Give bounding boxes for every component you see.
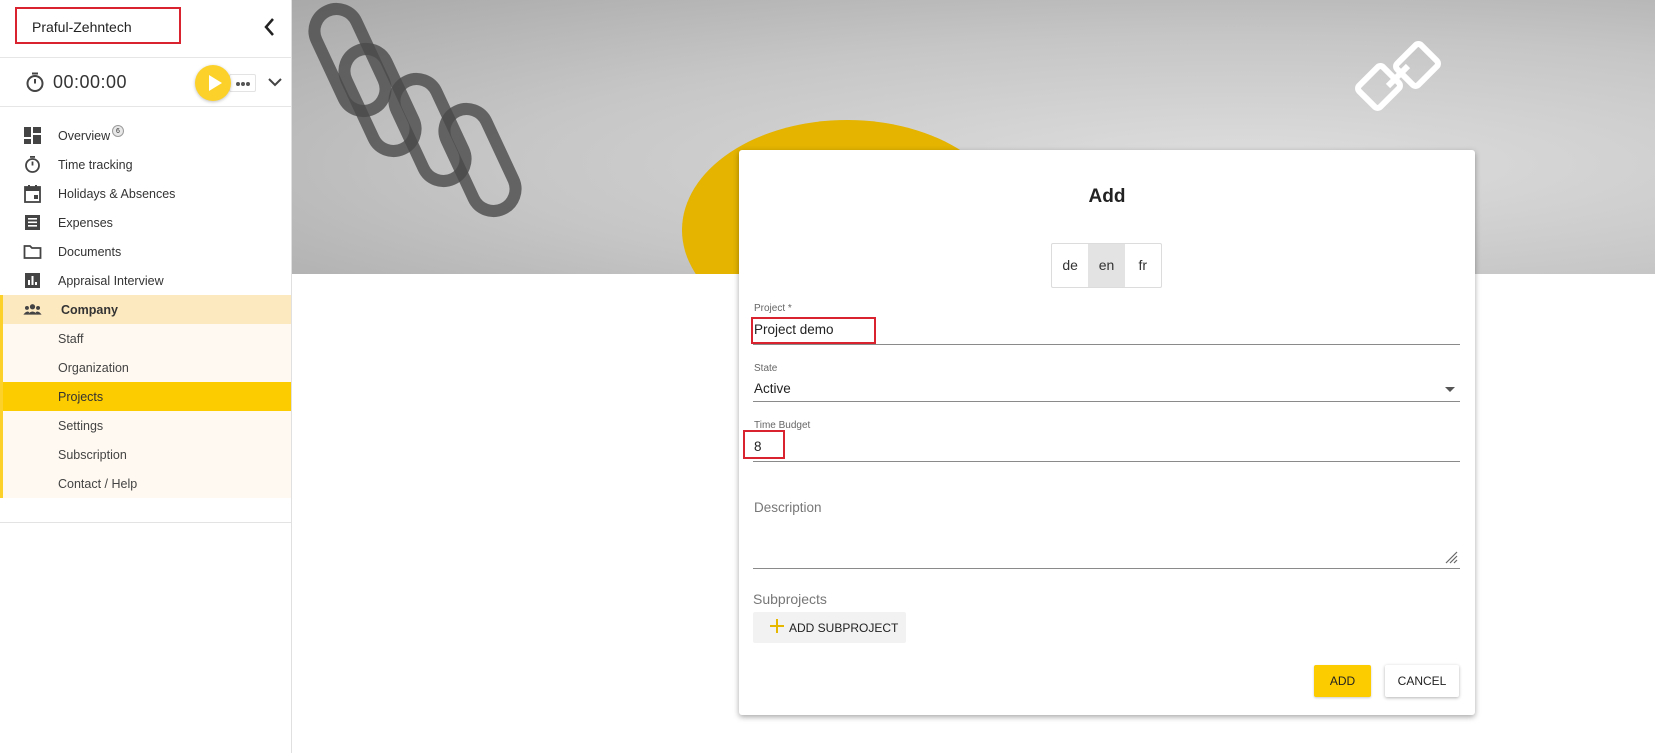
dashboard-icon [24, 127, 41, 144]
lang-button-fr[interactable]: fr [1125, 244, 1161, 287]
sidebar-item-label: Settings [58, 419, 104, 433]
sidebar-nav: Overview 6 Time tracking Holidays & Abse… [0, 121, 291, 498]
sidebar-item-subscription[interactable]: Subscription [3, 440, 291, 469]
lang-button-de[interactable]: de [1052, 244, 1088, 287]
time-budget-field-underline [753, 461, 1460, 462]
more-dot-icon [236, 82, 240, 86]
stopwatch-icon [25, 156, 40, 173]
timer-row: 00:00:00 [0, 59, 291, 107]
receipt-icon [25, 215, 40, 230]
sidebar-item-company[interactable]: Company [0, 295, 291, 324]
dialog-title: Add [1088, 186, 1126, 207]
sidebar-item-time-tracking[interactable]: Time tracking [0, 150, 291, 179]
sidebar-item-settings[interactable]: Settings [3, 411, 291, 440]
people-icon [23, 304, 42, 315]
notification-badge: 6 [112, 125, 124, 137]
sidebar-item-staff[interactable]: Staff [3, 324, 291, 353]
more-dot-icon [241, 82, 245, 86]
project-field-underline [753, 344, 1460, 345]
plus-icon [770, 619, 784, 633]
dropdown-arrow-icon[interactable] [1445, 387, 1455, 392]
sidebar-item-label: Company [61, 303, 118, 317]
description-textarea[interactable]: Description [754, 500, 822, 515]
resize-handle-icon[interactable] [1444, 550, 1458, 564]
start-timer-button[interactable] [195, 65, 231, 101]
language-toggle-group: de en fr [1051, 243, 1162, 288]
link-icon [1355, 41, 1441, 111]
time-budget-input[interactable]: 8 [754, 439, 762, 454]
sidebar-item-label: Expenses [58, 216, 113, 230]
stopwatch-icon [26, 72, 44, 92]
description-field-underline [753, 568, 1460, 569]
sidebar-item-label: Organization [58, 361, 129, 375]
sidebar-item-contact-help[interactable]: Contact / Help [3, 469, 291, 498]
collapse-sidebar-button[interactable] [258, 14, 282, 40]
sidebar-item-expenses[interactable]: Expenses [0, 208, 291, 237]
sidebar-item-holidays[interactable]: Holidays & Absences [0, 179, 291, 208]
sidebar-item-label: Contact / Help [58, 477, 138, 491]
sidebar-item-documents[interactable]: Documents [0, 237, 291, 266]
sidebar-item-overview[interactable]: Overview 6 [0, 121, 291, 150]
more-dot-icon [246, 82, 250, 86]
time-budget-highlight-box [743, 430, 785, 459]
state-field-label: State [754, 363, 778, 374]
add-subproject-button[interactable]: ADD SUBPROJECT [753, 612, 906, 643]
state-field-underline [753, 401, 1460, 402]
sidebar-item-label: Documents [58, 245, 122, 259]
chevron-left-icon [264, 18, 274, 36]
sidebar-item-label: Overview [58, 129, 111, 143]
chevron-down-icon[interactable] [266, 73, 284, 91]
sidebar-item-projects[interactable]: Projects [3, 382, 291, 411]
subprojects-label: Subprojects [753, 591, 827, 607]
project-field-label: Project * [754, 303, 792, 314]
more-options-button[interactable] [229, 74, 256, 92]
app-root: Praful-Zehntech 00:00:00 Overview 6 Time… [0, 0, 1655, 753]
sidebar-item-label: Time tracking [58, 158, 133, 172]
sidebar-item-label: Holidays & Absences [58, 187, 176, 201]
sidebar-item-label: Projects [58, 390, 104, 404]
sidebar-header: Praful-Zehntech [0, 0, 291, 58]
bar-chart-icon [25, 273, 40, 288]
cancel-button[interactable]: CANCEL [1385, 665, 1459, 697]
add-button[interactable]: ADD [1314, 665, 1371, 697]
lang-button-en[interactable]: en [1088, 244, 1125, 287]
folder-icon [23, 245, 42, 259]
sidebar-divider [0, 522, 291, 523]
company-name[interactable]: Praful-Zehntech [15, 7, 181, 44]
sidebar-item-label: Subscription [58, 448, 127, 462]
sidebar-item-appraisal[interactable]: Appraisal Interview [0, 266, 291, 295]
sidebar-item-label: Appraisal Interview [58, 274, 164, 288]
company-submenu: Staff Organization Projects Settings Sub… [0, 324, 291, 498]
sidebar-item-label: Staff [58, 332, 84, 346]
add-project-dialog: Add de en fr Project * Project demo Stat… [739, 150, 1475, 715]
sidebar-item-organization[interactable]: Organization [3, 353, 291, 382]
calendar-icon [24, 185, 41, 203]
state-select[interactable]: Active [754, 381, 791, 396]
add-subproject-label: ADD SUBPROJECT [789, 621, 899, 635]
timer-display: 00:00:00 [53, 72, 128, 92]
sidebar: Praful-Zehntech 00:00:00 Overview 6 Time… [0, 0, 292, 753]
project-name-input[interactable]: Project demo [754, 322, 834, 337]
